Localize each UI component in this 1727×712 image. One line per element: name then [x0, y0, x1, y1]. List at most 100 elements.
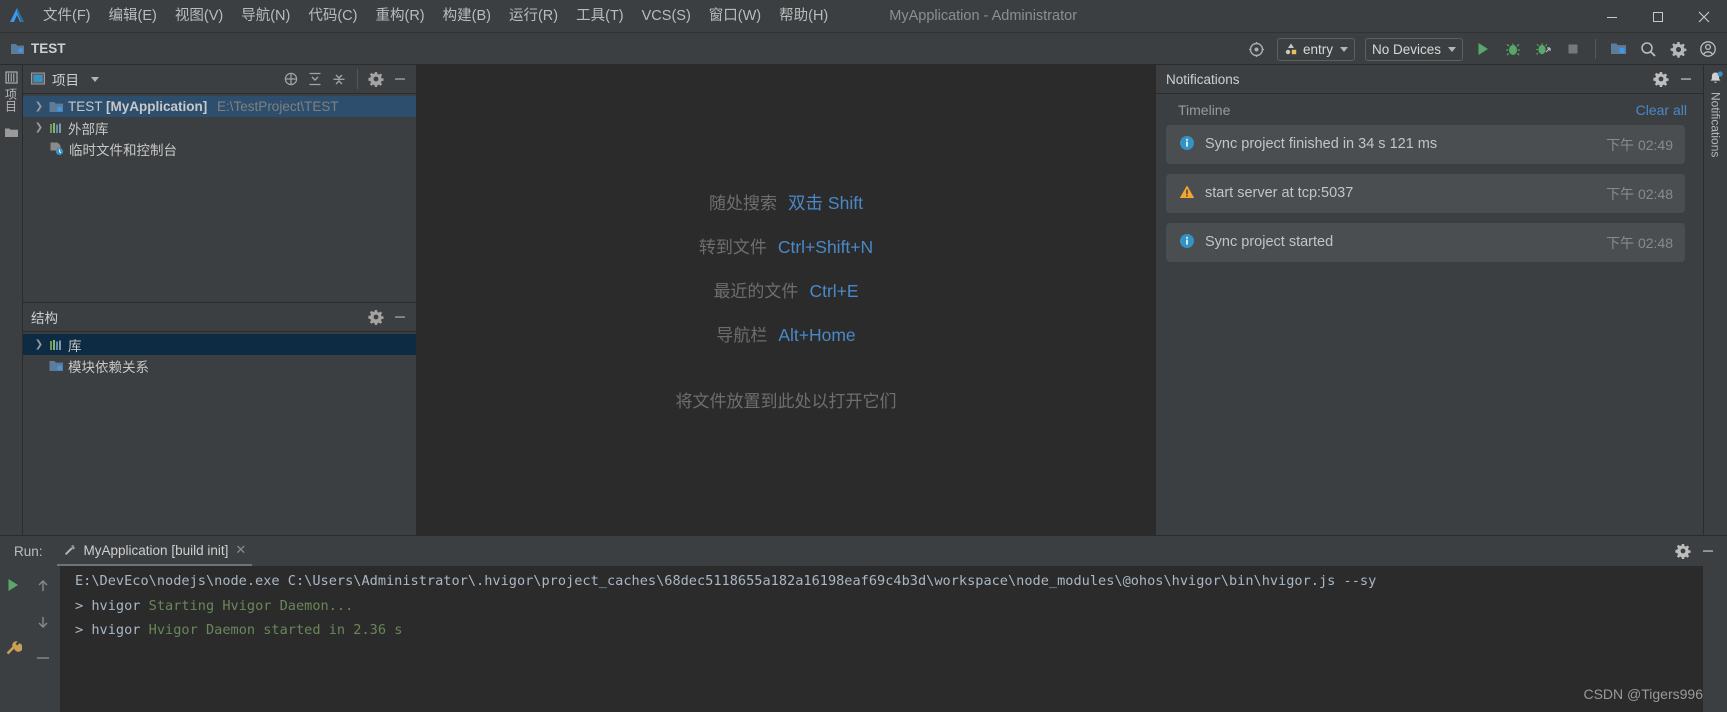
- hide-panel-icon[interactable]: [1675, 68, 1697, 90]
- menu-item-help[interactable]: 帮助(H): [770, 0, 837, 33]
- device-selector[interactable]: No Devices: [1364, 37, 1463, 61]
- device-manager-icon[interactable]: [1605, 36, 1631, 62]
- chevron-right-icon[interactable]: ❯: [33, 339, 45, 350]
- arrow-up-icon[interactable]: [36, 579, 50, 593]
- notification-item[interactable]: start server at tcp:5037 下午 02:48: [1166, 174, 1685, 213]
- run-tab-label: MyApplication [build init]: [83, 542, 229, 558]
- console-segment: E:\DevEco\nodejs\node.exe C:\Users\Admin…: [75, 573, 1377, 589]
- menu-item-tools[interactable]: 工具(T): [567, 0, 633, 33]
- settings-gear-icon[interactable]: [1672, 540, 1694, 562]
- project-panel-actions: [280, 68, 411, 90]
- tip-navigation-bar: 导航栏 Alt+Home: [716, 321, 855, 365]
- menu-item-edit[interactable]: 编辑(E): [100, 0, 166, 33]
- timeline-label: Timeline: [1178, 101, 1231, 118]
- profile-icon[interactable]: [1530, 36, 1556, 62]
- menu-item-file[interactable]: 文件(F): [34, 0, 100, 33]
- select-opened-file-icon[interactable]: [280, 68, 302, 90]
- notifications-header-actions: [1650, 68, 1697, 90]
- hide-panel-icon[interactable]: [389, 68, 411, 90]
- hide-panel-icon[interactable]: [389, 306, 411, 328]
- tip-label: 随处搜索: [709, 193, 778, 213]
- tree-row[interactable]: ❯ TEST [MyApplication] E:\TestProject\TE…: [23, 96, 416, 117]
- notifications-tool-window: Notifications Timeline Clear all Sync pr…: [1155, 65, 1703, 535]
- tree-row[interactable]: ❯ 库: [23, 334, 416, 355]
- console-line: > hvigor Hvigor Daemon started in 2.36 s: [75, 618, 1703, 643]
- run-icon[interactable]: [1470, 36, 1496, 62]
- chevron-right-icon[interactable]: ❯: [33, 122, 45, 133]
- project-panel-header: 项目: [23, 65, 416, 94]
- search-icon[interactable]: [1635, 36, 1661, 62]
- notification-item[interactable]: Sync project finished in 34 s 121 ms 下午 …: [1166, 125, 1685, 164]
- structure-panel-title: 结构: [31, 311, 58, 326]
- chevron-down-icon[interactable]: [91, 76, 99, 82]
- project-window-icon: [31, 72, 46, 86]
- library-icon: [49, 121, 64, 135]
- menu-item-build[interactable]: 构建(B): [434, 0, 500, 33]
- soft-wrap-icon[interactable]: [36, 651, 50, 665]
- tree-row-name: TEST: [68, 99, 103, 114]
- menu-item-run[interactable]: 运行(R): [500, 0, 567, 33]
- run-tab[interactable]: MyApplication [build init] ✕: [56, 536, 253, 566]
- left-tool-rail: 项目: [0, 65, 23, 535]
- breadcrumb[interactable]: TEST: [0, 41, 66, 56]
- arrow-down-icon[interactable]: [36, 615, 50, 629]
- tree-row-path: E:\TestProject\TEST: [217, 99, 339, 114]
- menu-item-window[interactable]: 窗口(W): [700, 0, 770, 33]
- scratches-icon: [49, 141, 65, 156]
- settings-gear-icon[interactable]: [1650, 68, 1672, 90]
- run-console-output[interactable]: E:\DevEco\nodejs\node.exe C:\Users\Admin…: [61, 566, 1703, 712]
- tree-row-label: 库: [68, 338, 82, 354]
- tip-shortcut: 双击 Shift: [788, 192, 863, 213]
- run-configuration-label: entry: [1302, 41, 1333, 57]
- library-icon: [49, 338, 64, 352]
- tip-shortcut: Ctrl+E: [809, 280, 859, 301]
- app-logo-icon: [0, 0, 34, 33]
- close-icon[interactable]: ✕: [235, 542, 246, 558]
- module-icon: [49, 100, 64, 114]
- wrench-icon[interactable]: [4, 639, 22, 657]
- menu-item-refactor[interactable]: 重构(R): [366, 0, 433, 33]
- main-toolbar: TEST entry No Devices: [0, 33, 1727, 65]
- minimize-button[interactable]: [1589, 0, 1635, 33]
- maximize-button[interactable]: [1635, 0, 1681, 33]
- tree-row[interactable]: 模块依赖关系: [23, 355, 416, 376]
- menu-item-view[interactable]: 视图(V): [166, 0, 232, 33]
- notifications-bell-icon[interactable]: [1708, 71, 1723, 86]
- close-button[interactable]: [1681, 0, 1727, 33]
- menu-item-vcs[interactable]: VCS(S): [633, 0, 700, 33]
- settings-gear-icon[interactable]: [365, 306, 387, 328]
- run-tool-window: Run: MyApplication [build init] ✕ E:\Dev…: [0, 535, 1727, 712]
- rail-item-structure[interactable]: [4, 126, 19, 139]
- rail-item-notifications[interactable]: Notifications: [1709, 92, 1723, 157]
- tip-label: 转到文件: [698, 237, 767, 257]
- target-icon[interactable]: [1244, 36, 1270, 62]
- rerun-icon[interactable]: [5, 577, 21, 593]
- stop-icon[interactable]: [1560, 36, 1586, 62]
- notification-item[interactable]: Sync project started 下午 02:48: [1166, 223, 1685, 262]
- settings-gear-icon[interactable]: [365, 68, 387, 90]
- rail-item-project-label: 项目: [3, 88, 18, 112]
- debug-icon[interactable]: [1500, 36, 1526, 62]
- tree-row[interactable]: 临时文件和控制台: [23, 138, 416, 159]
- console-scrollbar[interactable]: [1703, 566, 1727, 712]
- editor-empty-area[interactable]: 随处搜索 双击 Shift 转到文件 Ctrl+Shift+N 最近的文件 Ct…: [417, 65, 1155, 535]
- clear-all-link[interactable]: Clear all: [1636, 102, 1687, 118]
- watermark: CSDN @Tigers996: [1583, 686, 1703, 702]
- menu-item-navigate[interactable]: 导航(N): [232, 0, 299, 33]
- menu-item-code[interactable]: 代码(C): [299, 0, 366, 33]
- info-icon: [1179, 135, 1195, 151]
- toolbar-divider: [1595, 39, 1596, 59]
- run-configuration-selector[interactable]: entry: [1276, 37, 1355, 61]
- expand-all-icon[interactable]: [304, 68, 326, 90]
- chevron-right-icon[interactable]: ❯: [33, 101, 45, 112]
- structure-panel-actions: [365, 306, 411, 328]
- notification-time: 下午 02:49: [1606, 137, 1673, 153]
- hide-panel-icon[interactable]: [1697, 540, 1719, 562]
- ide-window: 文件(F) 编辑(E) 视图(V) 导航(N) 代码(C) 重构(R) 构建(B…: [0, 0, 1727, 712]
- rail-item-project[interactable]: 项目: [3, 71, 20, 112]
- run-panel-actions: [1672, 540, 1727, 562]
- tree-row[interactable]: ❯ 外部库: [23, 117, 416, 138]
- collapse-all-icon[interactable]: [328, 68, 350, 90]
- account-icon[interactable]: [1695, 36, 1721, 62]
- settings-gear-icon[interactable]: [1665, 36, 1691, 62]
